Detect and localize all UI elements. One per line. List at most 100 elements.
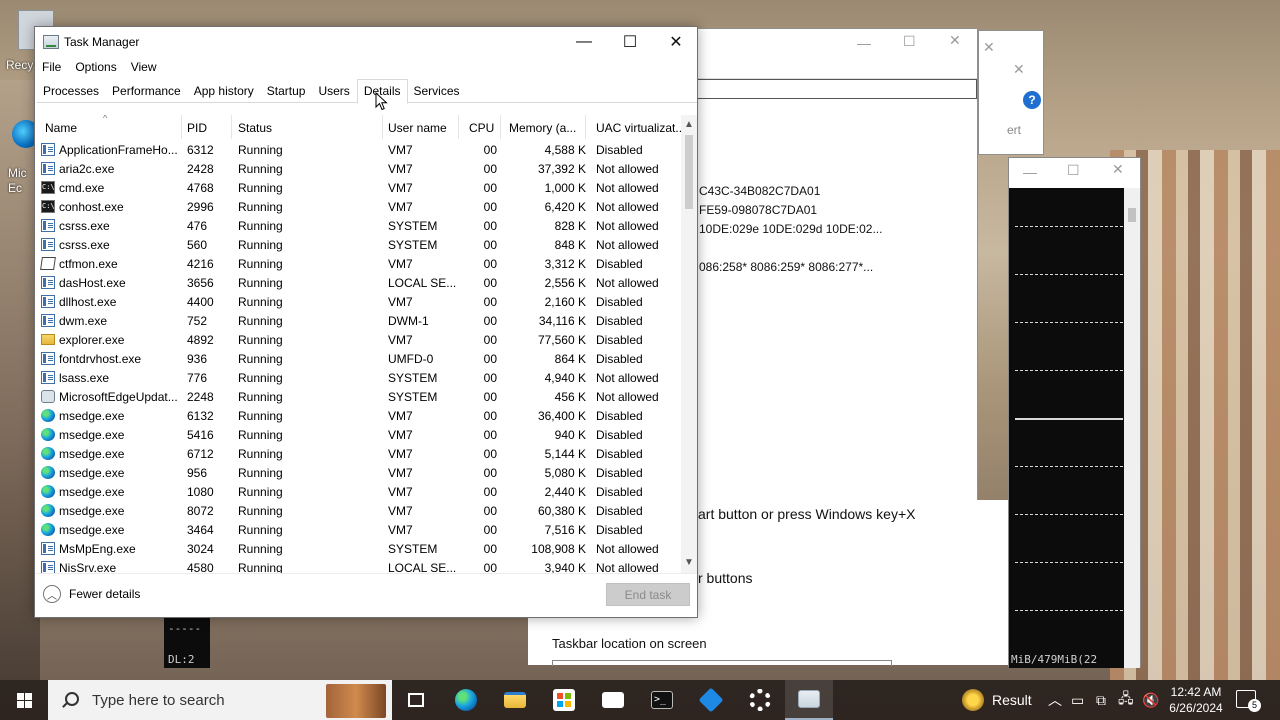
user-cell: VM7 <box>388 161 413 176</box>
scroll-down-icon[interactable]: ▼ <box>681 557 697 573</box>
taskbar-search-box[interactable]: Type here to search <box>48 680 392 720</box>
task-view-button[interactable] <box>392 680 440 720</box>
memory-cell: 3,940 K <box>544 560 586 574</box>
close-icon[interactable]: ✕ <box>949 32 961 49</box>
table-scrollbar[interactable]: ▲ ▼ <box>681 115 697 573</box>
minimize-icon[interactable]: — <box>857 35 871 51</box>
background-address-field[interactable] <box>697 79 977 99</box>
task-manager-window[interactable]: Task Manager — ☐ ✕ File Options View Pro… <box>34 26 698 618</box>
title-bar[interactable]: Task Manager — ☐ ✕ <box>35 27 697 57</box>
column-header-cpu[interactable]: CPU <box>459 115 501 139</box>
maximize-icon[interactable]: ☐ <box>1067 162 1080 179</box>
memory-cell: 36,400 K <box>537 408 586 423</box>
table-row[interactable]: msedge.exe 5416 Running VM7 00 940 K Disabled <box>35 425 683 444</box>
tab-services[interactable]: Services <box>408 79 467 103</box>
task-manager-icon <box>798 690 820 708</box>
system-clock[interactable]: 12:42 AM 6/26/2024 <box>1160 684 1232 716</box>
network-icon[interactable]: 🖧 <box>1118 680 1134 720</box>
taskbar-file-explorer-button[interactable] <box>491 680 539 720</box>
taskbar-task-manager-button[interactable] <box>785 680 833 720</box>
table-row[interactable]: cmd.exe 4768 Running VM7 00 1,000 K Not allowe… <box>35 178 683 197</box>
uac-cell: Disabled <box>596 522 643 537</box>
maximize-button[interactable]: ☐ <box>607 27 653 57</box>
fewer-details-button[interactable]: ︿ Fewer details <box>43 585 140 603</box>
table-row[interactable]: msedge.exe 6712 Running VM7 00 5,144 K Disable… <box>35 444 683 463</box>
scrollbar-thumb[interactable] <box>685 135 693 209</box>
taskbar-store-button[interactable] <box>540 680 588 720</box>
table-row[interactable]: msedge.exe 8072 Running VM7 00 60,380 K Disabl… <box>35 501 683 520</box>
table-row[interactable]: MsMpEng.exe 3024 Running SYSTEM 00 108,908 K N… <box>35 539 683 558</box>
table-row[interactable]: ctfmon.exe 4216 Running VM7 00 3,312 K Disable… <box>35 254 683 273</box>
taskbar-terminal-button[interactable]: >_ <box>638 680 686 720</box>
column-header-name[interactable]: ^ Name <box>35 115 182 139</box>
table-row[interactable]: csrss.exe 476 Running SYSTEM 00 828 K Not allo… <box>35 216 683 235</box>
column-header-status[interactable]: Status <box>232 115 383 139</box>
table-row[interactable]: msedge.exe 1080 Running VM7 00 2,440 K Disable… <box>35 482 683 501</box>
taskbar-mail-button[interactable] <box>589 680 637 720</box>
terminal-scrollbar[interactable] <box>1124 188 1140 668</box>
background-window-sysinfo[interactable]: — ☐ ✕ C43C-34B082C7DA01 FE59-098078C7DA0… <box>660 28 978 516</box>
taskbar-location-dropdown[interactable] <box>552 660 892 666</box>
scroll-up-icon[interactable]: ▲ <box>681 119 697 135</box>
app-icon <box>41 219 55 232</box>
clock-time: 12:42 AM <box>1170 685 1222 699</box>
close-icon[interactable]: ✕ <box>1112 161 1124 178</box>
table-row[interactable]: dwm.exe 752 Running DWM-1 00 34,116 K Disabled <box>35 311 683 330</box>
taskbar-edge-button[interactable] <box>442 680 490 720</box>
minimize-icon[interactable]: — <box>1023 164 1037 180</box>
table-row[interactable]: MicrosoftEdgeUpdat... 2248 Running SYSTEM 00… <box>35 387 683 406</box>
background-dialog[interactable]: ✕ ✕ ? ert <box>978 30 1044 155</box>
battery-icon[interactable]: ▭ <box>1071 680 1084 720</box>
menu-options[interactable]: Options <box>68 57 123 79</box>
cpu-cell: 00 <box>483 256 497 271</box>
table-row[interactable]: msedge.exe 3464 Running VM7 00 7,516 K Disable… <box>35 520 683 539</box>
tab-users[interactable]: Users <box>312 79 356 103</box>
volume-muted-icon[interactable]: 🔇 <box>1142 680 1159 720</box>
settings-icon <box>749 689 771 711</box>
minimize-button[interactable]: — <box>561 27 607 57</box>
menu-file[interactable]: File <box>35 57 68 79</box>
tab-performance[interactable]: Performance <box>106 79 188 103</box>
taskbar-settings-button[interactable] <box>736 680 784 720</box>
table-row[interactable]: lsass.exe 776 Running SYSTEM 00 4,940 K Not al… <box>35 368 683 387</box>
table-row[interactable]: aria2c.exe 2428 Running VM7 00 37,392 K Not al… <box>35 159 683 178</box>
table-row[interactable]: conhost.exe 2996 Running VM7 00 6,420 K Not al… <box>35 197 683 216</box>
tab-startup[interactable]: Startup <box>261 79 313 103</box>
weather-widget[interactable]: Result <box>962 680 1032 720</box>
end-task-button[interactable]: End task <box>606 583 690 606</box>
weather-icon <box>962 689 984 711</box>
background-terminal-window[interactable]: — ☐ ✕ MiB/479MiB(22 <box>1008 157 1141 668</box>
table-row[interactable]: NisSrv.exe 4580 Running LOCAL SE... 00 3,940 … <box>35 558 683 573</box>
help-icon[interactable]: ? <box>1023 91 1041 109</box>
search-highlight-image[interactable] <box>326 684 386 718</box>
table-row[interactable]: explorer.exe 4892 Running VM7 00 77,560 K Disa… <box>35 330 683 349</box>
table-row[interactable]: msedge.exe 956 Running VM7 00 5,080 K Disabled <box>35 463 683 482</box>
tab-app-history[interactable]: App history <box>188 79 261 103</box>
meet-now-icon[interactable]: ⧉ <box>1096 680 1106 720</box>
close-icon[interactable]: ✕ <box>983 39 995 56</box>
column-header-memory[interactable]: Memory (a... <box>501 115 586 139</box>
table-row[interactable]: ApplicationFrameHo... 6312 Running VM7 00 4,5… <box>35 140 683 159</box>
task-manager-icon <box>43 35 59 49</box>
column-header-pid[interactable]: PID <box>182 115 232 139</box>
tab-processes[interactable]: Processes <box>37 79 106 103</box>
close-icon[interactable]: ✕ <box>1013 61 1025 78</box>
table-row[interactable]: dasHost.exe 3656 Running LOCAL SE... 00 2,556… <box>35 273 683 292</box>
chevron-up-icon[interactable]: ︿ <box>1048 680 1062 720</box>
close-button[interactable]: ✕ <box>653 27 699 57</box>
pid-cell: 2428 <box>187 161 214 176</box>
memory-cell: 108,908 K <box>531 541 586 556</box>
table-row[interactable]: dllhost.exe 4400 Running VM7 00 2,160 K Disabl… <box>35 292 683 311</box>
maximize-icon[interactable]: ☐ <box>903 33 916 50</box>
notification-center-icon[interactable]: 5 <box>1236 690 1261 712</box>
table-row[interactable]: csrss.exe 560 Running SYSTEM 00 848 K Not allo… <box>35 235 683 254</box>
table-row[interactable]: fontdrvhost.exe 936 Running UMFD-0 00 864 K Di… <box>35 349 683 368</box>
table-row[interactable]: msedge.exe 6132 Running VM7 00 36,400 K Disabl… <box>35 406 683 425</box>
dialog-button-fragment[interactable]: ert <box>1007 123 1021 137</box>
menu-view[interactable]: View <box>124 57 164 79</box>
column-header-uac[interactable]: UAC virtualizat... <box>586 115 683 139</box>
column-header-user-name[interactable]: User name <box>383 115 459 139</box>
taskbar-app-button[interactable] <box>687 680 735 720</box>
start-button[interactable] <box>0 680 48 720</box>
memory-cell: 6,420 K <box>544 199 586 214</box>
